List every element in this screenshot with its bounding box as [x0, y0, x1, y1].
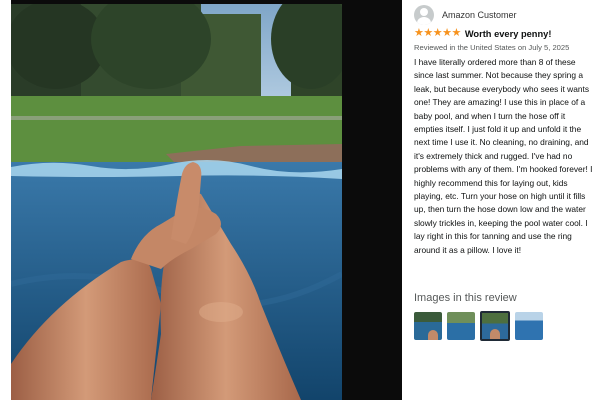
reviewer-name[interactable]: Amazon Customer	[442, 10, 517, 20]
review-thumbnail-1[interactable]	[414, 312, 442, 340]
images-section-heading: Images in this review	[414, 292, 517, 304]
reviewer-row: Amazon Customer	[414, 4, 517, 26]
main-review-photo[interactable]	[11, 4, 342, 400]
review-image-viewer: Amazon Customer ★★★★★ Worth every penny!…	[0, 0, 600, 400]
review-title-row: ★★★★★ Worth every penny!	[414, 28, 551, 39]
user-avatar-icon	[414, 5, 434, 25]
review-thumbnail-3[interactable]	[480, 311, 510, 341]
star-rating-icon: ★★★★★	[414, 27, 461, 39]
pool-legs-photo	[11, 4, 342, 400]
review-thumbnail-4[interactable]	[515, 312, 543, 340]
review-panel: Amazon Customer ★★★★★ Worth every penny!…	[414, 0, 594, 400]
review-date: Reviewed in the United States on July 5,…	[414, 43, 570, 52]
review-thumbnail-2[interactable]	[447, 312, 475, 340]
image-viewer-pane	[0, 0, 402, 400]
review-title: Worth every penny!	[464, 28, 552, 39]
review-text: I have literally ordered more than 8 of …	[414, 57, 593, 255]
review-thumbnails	[414, 311, 548, 341]
